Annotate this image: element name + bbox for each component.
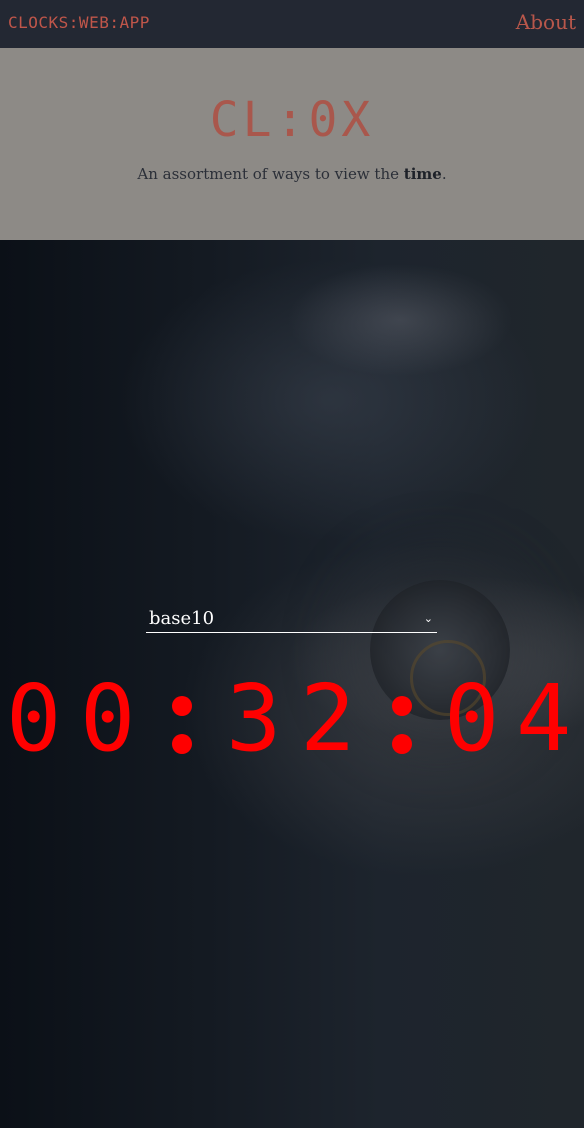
subtitle-emphasis: time [403,165,442,183]
hour-digit-2: 0 [80,665,136,772]
second-digit-2: 4 [516,665,572,772]
minute-digit-2: 2 [300,665,356,772]
chevron-down-icon: ⌄ [423,612,433,625]
hero-banner: CL:0X An assortment of ways to view the … [0,48,584,240]
clock-stage: base10 ⌄ 0 0 3 2 0 4 [0,240,584,1128]
clock-display: 0 0 3 2 0 4 [0,664,584,774]
subtitle-text: An assortment of ways to view the [137,165,404,183]
top-navbar: CLOCKS:WEB:APP About [0,0,584,48]
minute-digit-1: 3 [226,665,282,772]
page-subtitle: An assortment of ways to view the time. [0,165,584,183]
subtitle-end: . [441,165,447,183]
base-select[interactable]: base10 ⌄ [146,605,437,633]
colon-separator [392,664,416,774]
colon-separator [172,664,196,774]
base-select-value: base10 [149,608,215,629]
hour-digit-1: 0 [6,665,62,772]
brand-logo[interactable]: CLOCKS:WEB:APP [8,13,150,32]
about-link[interactable]: About [516,10,576,34]
second-digit-1: 0 [444,665,500,772]
page-title: CL:0X [209,92,375,148]
